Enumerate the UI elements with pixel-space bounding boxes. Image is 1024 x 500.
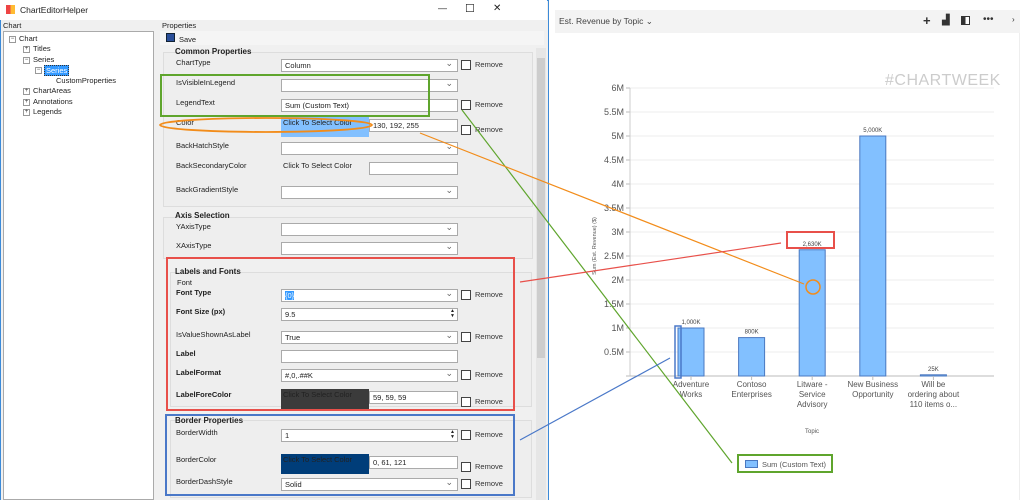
x-tick-label: Contoso Enterprises [731,380,772,399]
y-tick-label: 3.5M [604,203,624,213]
y-tick-label: 4M [611,179,624,189]
x-tick-label: New Business Opportunity [847,380,899,399]
y-tick-label: 5M [611,131,624,141]
y-tick-label: 3M [611,227,624,237]
y-tick-label: 6M [611,83,624,93]
column-chart: 0.5M 1M 1.5M 2M 2.5M 3M 3.5M 4M 4.5M 5M 5.5M 6M 1,00… [604,83,994,380]
y-tick-label: 1M [611,323,624,333]
data-label: 5,000K [863,128,882,134]
y-tick-label: 2.5M [604,251,624,261]
x-axis-title: Topic [804,429,819,435]
y-tick-label: 4.5M [604,155,624,165]
legend: Sum (Custom Text) [740,457,826,471]
data-label: 25K [928,367,939,373]
y-tick-label: 0.5M [604,347,624,357]
x-tick-label: Litware - Service Advisory [796,380,828,409]
data-label: 1,000K [681,320,700,326]
legend-label: Sum (Custom Text) [762,459,827,469]
y-tick-label: 2M [611,275,624,285]
y-tick-label: 5.5M [604,107,624,117]
bar[interactable] [798,249,826,377]
data-label: 800K [745,330,759,336]
data-label: 2,630K [803,242,822,248]
bar[interactable] [859,135,887,377]
bar[interactable] [738,337,766,377]
legend-swatch [745,460,758,468]
y-axis-title: Sum (Est. Revenue) ($) [592,217,598,275]
y-tick-label: 1.5M [604,299,624,309]
bar[interactable] [677,327,705,377]
bar[interactable] [919,374,947,377]
x-tick-label: Will be ordering about 110 items o... [907,380,960,409]
x-tick-label: Adventure Works [672,380,710,399]
